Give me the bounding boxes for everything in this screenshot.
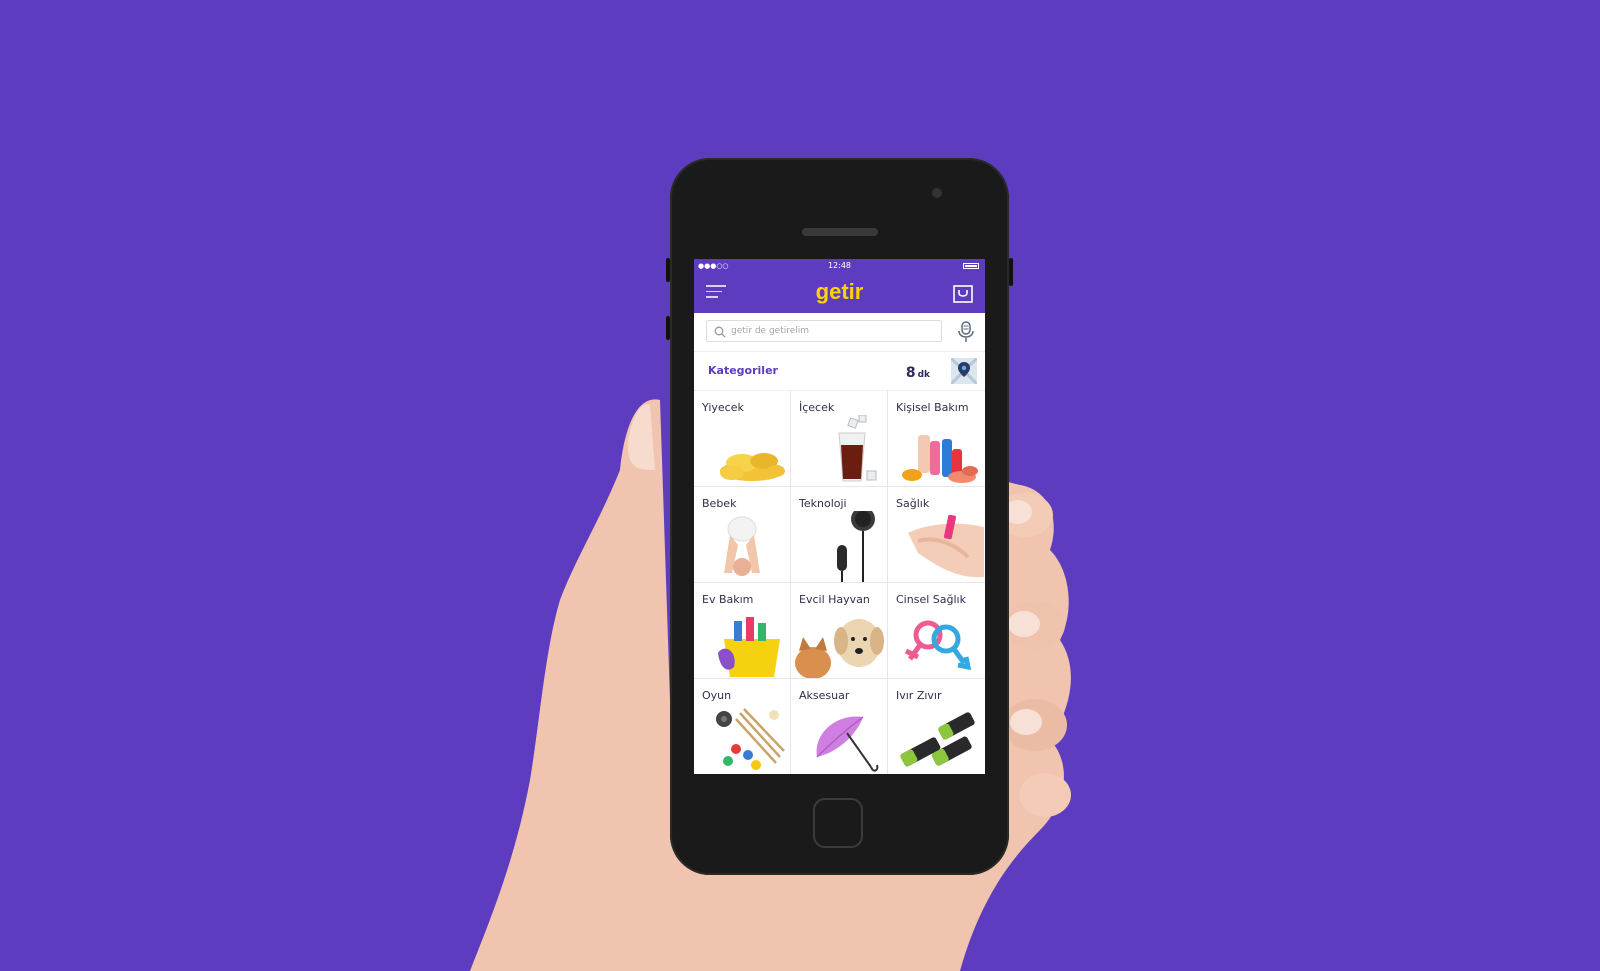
category-tile[interactable]: Teknoloji — [791, 487, 888, 583]
phone-power-button — [1009, 258, 1013, 286]
category-tile[interactable]: Ev Bakım — [694, 583, 791, 679]
delivery-eta: 8 dk — [906, 362, 930, 381]
batteries-image — [900, 712, 975, 767]
front-camera — [932, 188, 942, 198]
status-time: 12:48 — [827, 261, 852, 270]
category-label: Yiyecek — [702, 401, 744, 414]
games-image — [716, 708, 785, 770]
pets-image — [795, 619, 884, 678]
category-label: Teknoloji — [799, 497, 847, 510]
category-tile[interactable]: Ivır Zıvır — [888, 679, 985, 774]
eta-value: 8 — [905, 365, 916, 381]
earphone-image — [837, 511, 875, 582]
category-tile[interactable]: Yiyecek — [694, 391, 791, 487]
category-label: Sağlık — [896, 497, 930, 510]
cleaning-image — [718, 617, 780, 677]
status-bar: ●●●○○ 12:48 — [694, 259, 985, 273]
microphone-icon[interactable] — [957, 321, 975, 343]
category-label: Bebek — [702, 497, 737, 510]
category-tile[interactable]: Bebek — [694, 487, 791, 583]
app-screen: ●●●○○ 12:48 getir Kategoril — [694, 259, 985, 774]
category-tile[interactable]: İçecek — [791, 391, 888, 487]
drink-image — [838, 415, 877, 482]
app-logo: getir — [815, 279, 864, 304]
category-label: Kişisel Bakım — [896, 401, 969, 414]
personal-care-image — [902, 435, 978, 483]
category-label: Aksesuar — [799, 689, 850, 702]
category-tile[interactable]: Oyun — [694, 679, 791, 774]
category-label: İçecek — [799, 401, 835, 414]
phone-side-button — [666, 316, 670, 340]
category-tile[interactable]: Aksesuar — [791, 679, 888, 774]
bandage-image — [908, 514, 984, 578]
categories-header: Kategoriler 8 dk — [694, 352, 985, 391]
earpiece-speaker — [802, 228, 878, 236]
category-label: Ev Bakım — [702, 593, 754, 606]
baby-image — [724, 516, 760, 576]
eta-unit: dk — [917, 370, 930, 380]
category-label: Ivır Zıvır — [896, 689, 942, 702]
search-input[interactable] — [731, 323, 931, 339]
search-row — [694, 313, 985, 352]
category-tile[interactable]: Evcil Hayvan — [791, 583, 888, 679]
category-label: Evcil Hayvan — [799, 593, 870, 606]
category-label: Oyun — [702, 689, 732, 702]
category-tile[interactable]: Kişisel Bakım — [888, 391, 985, 487]
chips-image — [720, 453, 785, 481]
home-button[interactable] — [813, 798, 863, 848]
phone-side-button — [666, 258, 670, 282]
battery-icon — [963, 263, 979, 269]
categories-title: Kategoriler — [708, 364, 778, 377]
gender-symbols-image — [904, 620, 972, 671]
category-grid: Yiyecek İçecek Kişisel Bakım Bebek Tekno… — [694, 391, 985, 774]
search-icon — [714, 326, 726, 338]
umbrella-image — [816, 716, 879, 772]
category-label: Cinsel Sağlık — [896, 593, 966, 606]
map-pin-icon[interactable] — [951, 358, 977, 384]
app-header: getir — [694, 273, 985, 313]
category-tile[interactable]: Sağlık — [888, 487, 985, 583]
search-field[interactable] — [706, 320, 942, 342]
basket-icon[interactable] — [953, 283, 973, 303]
category-tile[interactable]: Cinsel Sağlık — [888, 583, 985, 679]
